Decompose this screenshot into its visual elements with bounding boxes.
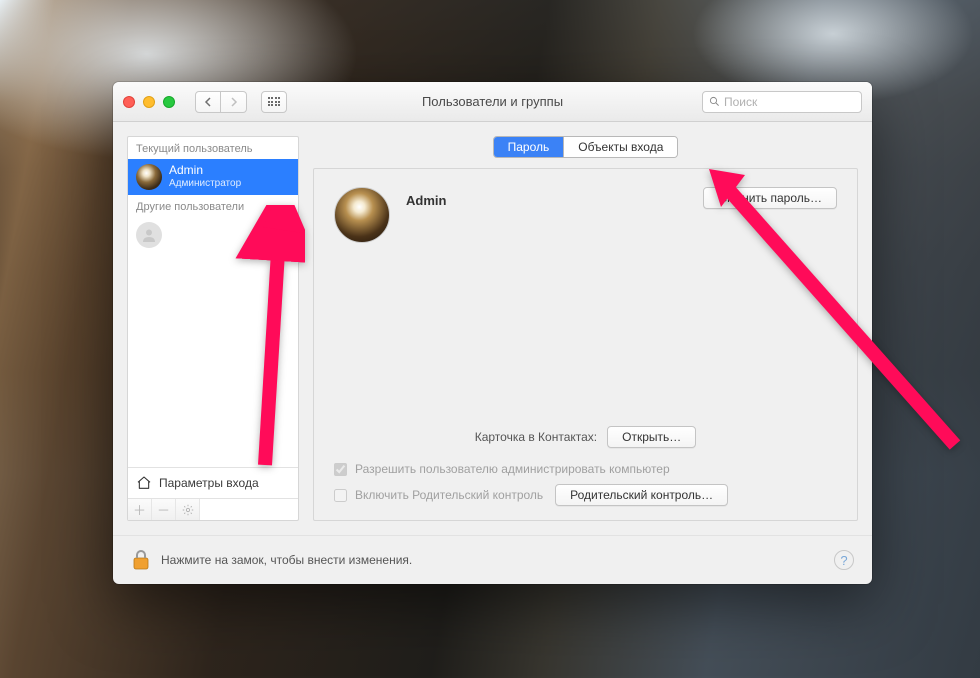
sidebar-item-other-user[interactable] <box>128 217 298 253</box>
close-button[interactable] <box>123 96 135 108</box>
main-panel: Пароль Объекты входа Admin Сменить парол… <box>313 136 858 521</box>
traffic-lights <box>123 96 175 108</box>
tab-login-items[interactable]: Объекты входа <box>563 137 677 157</box>
content-area: Текущий пользователь Admin Администратор… <box>113 122 872 535</box>
allow-admin-row: Разрешить пользователю администрировать … <box>334 462 837 476</box>
parental-control-label: Включить Родительский контроль <box>355 488 543 502</box>
user-avatar-icon <box>136 164 162 190</box>
minimize-button[interactable] <box>143 96 155 108</box>
password-panel: Admin Сменить пароль… Карточка в Контакт… <box>313 168 858 521</box>
users-sidebar: Текущий пользователь Admin Администратор… <box>127 136 299 521</box>
contacts-card-row: Карточка в Контактах: Открыть… <box>334 426 837 448</box>
zoom-button[interactable] <box>163 96 175 108</box>
sidebar-user-role: Администратор <box>169 178 241 190</box>
current-user-section-label: Текущий пользователь <box>128 137 298 159</box>
remove-user-button[interactable]: － <box>152 499 176 520</box>
main-user-avatar[interactable] <box>334 187 390 243</box>
blank-avatar-icon <box>136 222 162 248</box>
sidebar-footer: ＋ － <box>128 498 298 520</box>
gear-icon <box>182 504 194 516</box>
search-field[interactable]: Поиск <box>702 91 862 113</box>
sidebar-action-menu-button[interactable] <box>176 499 200 520</box>
login-options-button[interactable]: Параметры входа <box>128 467 298 498</box>
nav-buttons <box>195 91 247 113</box>
system-preferences-window: Пользователи и группы Поиск Текущий поль… <box>113 82 872 584</box>
titlebar: Пользователи и группы Поиск <box>113 82 872 122</box>
search-icon <box>709 96 720 107</box>
other-users-section-label: Другие пользователи <box>128 195 298 217</box>
grid-icon <box>268 97 281 106</box>
lock-icon[interactable] <box>131 548 151 572</box>
forward-button[interactable] <box>221 91 247 113</box>
open-contacts-button[interactable]: Открыть… <box>607 426 696 448</box>
contacts-label: Карточка в Контактах: <box>475 430 597 444</box>
house-icon <box>136 475 152 491</box>
show-all-button[interactable] <box>261 91 287 113</box>
other-user-name <box>169 228 172 242</box>
lock-bar: Нажмите на замок, чтобы внести изменения… <box>113 535 872 584</box>
tab-password[interactable]: Пароль <box>494 137 564 157</box>
allow-admin-label: Разрешить пользователю администрировать … <box>355 462 670 476</box>
change-password-button[interactable]: Сменить пароль… <box>703 187 837 209</box>
main-user-name: Admin <box>406 193 446 208</box>
help-button[interactable]: ? <box>834 550 854 570</box>
lock-hint-text: Нажмите на замок, чтобы внести изменения… <box>161 553 412 567</box>
login-options-label: Параметры входа <box>159 476 259 490</box>
sidebar-item-current-user[interactable]: Admin Администратор <box>128 159 298 195</box>
tab-bar: Пароль Объекты входа <box>313 136 858 158</box>
sidebar-user-name: Admin <box>169 164 241 178</box>
back-button[interactable] <box>195 91 221 113</box>
open-parental-controls-button[interactable]: Родительский контроль… <box>555 484 728 506</box>
parental-control-checkbox[interactable] <box>334 489 347 502</box>
parental-control-row: Включить Родительский контроль Родительс… <box>334 484 837 506</box>
allow-admin-checkbox[interactable] <box>334 463 347 476</box>
add-user-button[interactable]: ＋ <box>128 499 152 520</box>
search-placeholder: Поиск <box>724 95 757 109</box>
